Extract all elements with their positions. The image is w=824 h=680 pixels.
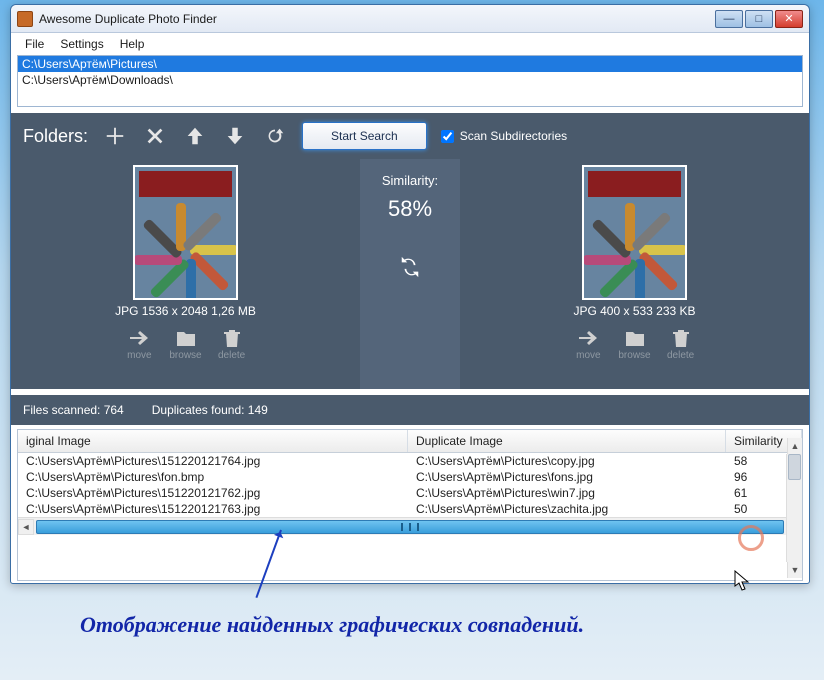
left-move-button[interactable]: move	[125, 326, 153, 361]
results-table: iginal Image Duplicate Image Similarity …	[17, 429, 803, 581]
left-preview: JPG 1536 x 2048 1,26 MB move browse dele…	[11, 159, 360, 389]
maximize-button[interactable]: □	[745, 10, 773, 28]
table-row[interactable]: C:\Users\Артём\Pictures\fon.bmpC:\Users\…	[18, 469, 802, 485]
folder-path-list[interactable]: C:\Users\Артём\Pictures\ C:\Users\Артём\…	[17, 55, 803, 107]
app-icon	[17, 11, 33, 27]
vertical-scrollbar[interactable]: ▲ ▼	[786, 454, 802, 562]
col-duplicate[interactable]: Duplicate Image	[408, 430, 726, 452]
table-row[interactable]: C:\Users\Артём\Pictures\151220121763.jpg…	[18, 501, 802, 517]
right-browse-button[interactable]: browse	[618, 326, 650, 361]
table-body: C:\Users\Артём\Pictures\151220121764.jpg…	[18, 453, 802, 517]
horizontal-scrollbar[interactable]: ◄ ►	[18, 517, 802, 535]
folders-label: Folders:	[23, 126, 88, 147]
scroll-left-icon[interactable]: ◄	[18, 519, 34, 535]
add-folder-button[interactable]	[102, 123, 128, 149]
vertical-scroll-thumb[interactable]	[788, 454, 801, 480]
right-image-info: JPG 400 x 533 233 KB	[573, 304, 695, 318]
similarity-label: Similarity:	[382, 173, 438, 188]
scan-subdirectories-checkbox[interactable]: Scan Subdirectories	[441, 129, 567, 143]
menu-bar: File Settings Help	[11, 33, 809, 55]
col-original[interactable]: iginal Image	[18, 430, 408, 452]
right-thumbnail[interactable]	[582, 165, 687, 300]
similarity-panel: Similarity: 58%	[360, 159, 460, 389]
table-header: iginal Image Duplicate Image Similarity	[18, 430, 802, 453]
minimize-button[interactable]: —	[715, 10, 743, 28]
right-move-button[interactable]: move	[574, 326, 602, 361]
left-browse-button[interactable]: browse	[169, 326, 201, 361]
right-delete-button[interactable]: delete	[667, 326, 695, 361]
scroll-down-icon[interactable]: ▼	[787, 562, 802, 578]
compare-panel: JPG 1536 x 2048 1,26 MB move browse dele…	[11, 159, 809, 389]
scroll-up-icon[interactable]: ▲	[787, 438, 802, 454]
left-image-info: JPG 1536 x 2048 1,26 MB	[115, 304, 256, 318]
remove-folder-button[interactable]	[142, 123, 168, 149]
move-down-button[interactable]	[222, 123, 248, 149]
right-preview: JPG 400 x 533 233 KB move browse delete	[460, 159, 809, 389]
folders-toolbar: Folders: Start Search Scan Subdirectorie…	[11, 113, 809, 159]
menu-help[interactable]: Help	[114, 35, 151, 53]
left-thumbnail[interactable]	[133, 165, 238, 300]
table-row[interactable]: C:\Users\Артём\Pictures\151220121762.jpg…	[18, 485, 802, 501]
folder-path-row[interactable]: C:\Users\Артём\Downloads\	[18, 72, 802, 88]
files-scanned: Files scanned: 764	[23, 403, 124, 417]
stats-bar: Files scanned: 764 Duplicates found: 149	[11, 395, 809, 425]
menu-file[interactable]: File	[19, 35, 50, 53]
close-button[interactable]: ✕	[775, 10, 803, 28]
scan-subdirectories-label: Scan Subdirectories	[460, 129, 567, 143]
swap-icon[interactable]	[399, 256, 421, 281]
move-up-button[interactable]	[182, 123, 208, 149]
similarity-value: 58%	[388, 196, 432, 222]
horizontal-scroll-thumb[interactable]	[36, 520, 784, 534]
start-search-button[interactable]: Start Search	[302, 122, 427, 150]
table-row[interactable]: C:\Users\Артём\Pictures\151220121764.jpg…	[18, 453, 802, 469]
titlebar[interactable]: Awesome Duplicate Photo Finder — □ ✕	[11, 5, 809, 33]
app-window: Awesome Duplicate Photo Finder — □ ✕ Fil…	[10, 4, 810, 584]
duplicates-found: Duplicates found: 149	[152, 403, 268, 417]
window-title: Awesome Duplicate Photo Finder	[39, 12, 217, 26]
refresh-button[interactable]	[262, 123, 288, 149]
caption-annotation: Отображение найденных графических совпад…	[80, 612, 584, 638]
scan-subdirectories-input[interactable]	[441, 130, 454, 143]
spokes-right	[584, 201, 685, 298]
left-delete-button[interactable]: delete	[218, 326, 246, 361]
folder-path-row[interactable]: C:\Users\Артём\Pictures\	[18, 56, 802, 72]
menu-settings[interactable]: Settings	[54, 35, 109, 53]
spokes-left	[135, 201, 236, 298]
